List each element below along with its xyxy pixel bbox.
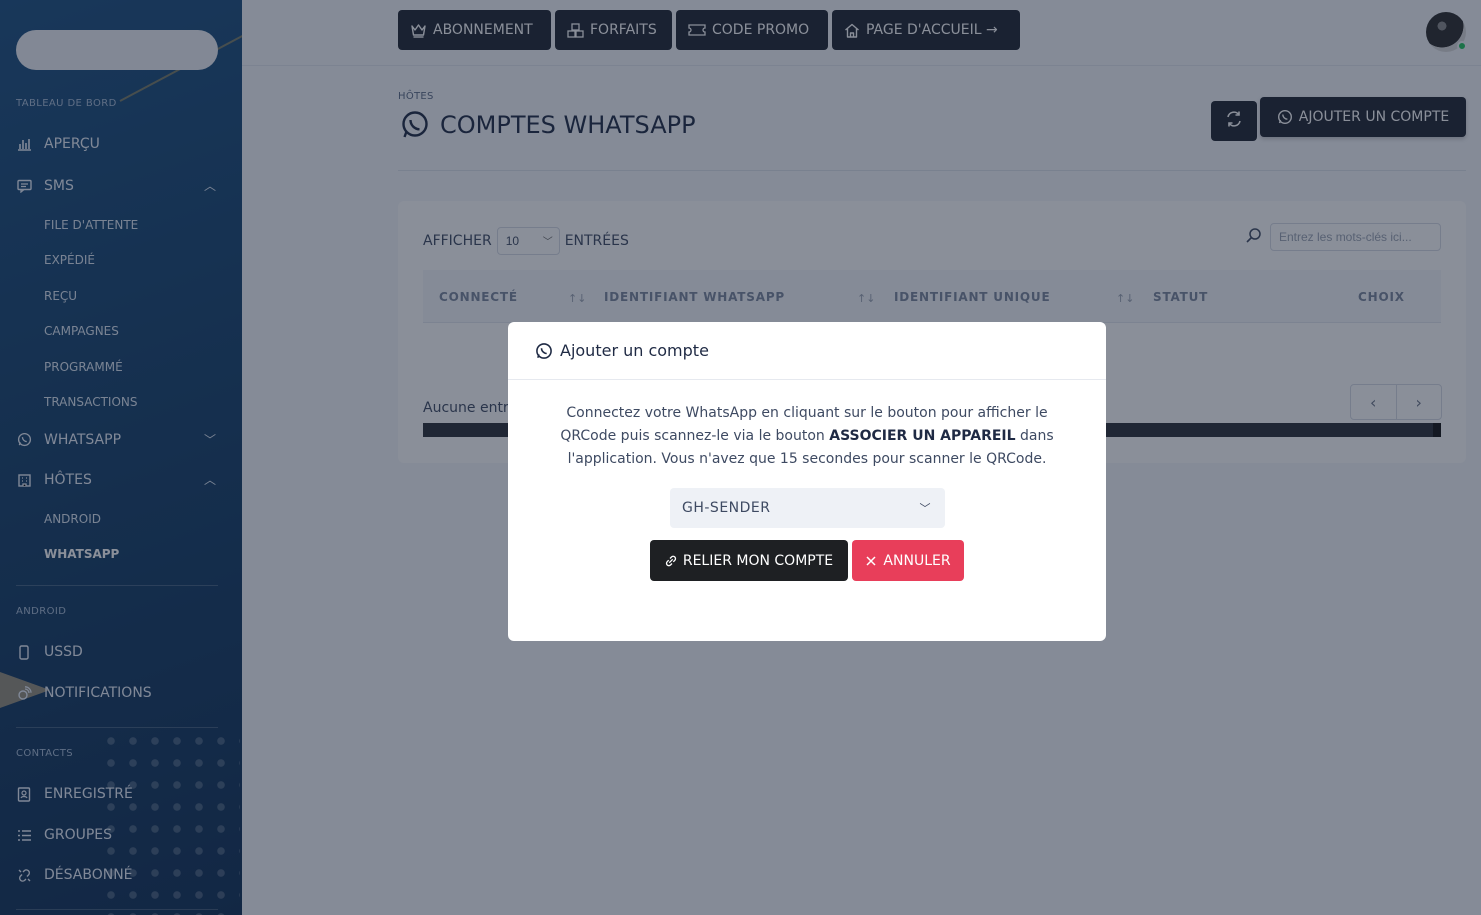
cancel-button[interactable]: ANNULER [852, 540, 964, 581]
chevron-down-icon: ﹀ [919, 502, 931, 515]
modal-title: Ajouter un compte [560, 341, 709, 360]
modal-header: Ajouter un compte [508, 322, 1106, 380]
sender-select-value: GH-SENDER [682, 500, 771, 516]
link-icon [665, 555, 677, 567]
link-account-label: RELIER MON COMPTE [682, 552, 834, 569]
cancel-label: ANNULER [883, 552, 951, 569]
close-icon [865, 555, 877, 567]
add-account-modal: Ajouter un compte Connectez votre WhatsA… [508, 322, 1106, 641]
whatsapp-icon [535, 342, 553, 360]
modal-instructions: Connectez votre WhatsApp en cliquant sur… [508, 402, 1106, 471]
instructions-text-bold: ASSOCIER UN APPAREIL [829, 428, 1016, 444]
link-account-button[interactable]: RELIER MON COMPTE [650, 540, 848, 581]
sender-select[interactable]: GH-SENDER ﹀ [670, 488, 945, 528]
